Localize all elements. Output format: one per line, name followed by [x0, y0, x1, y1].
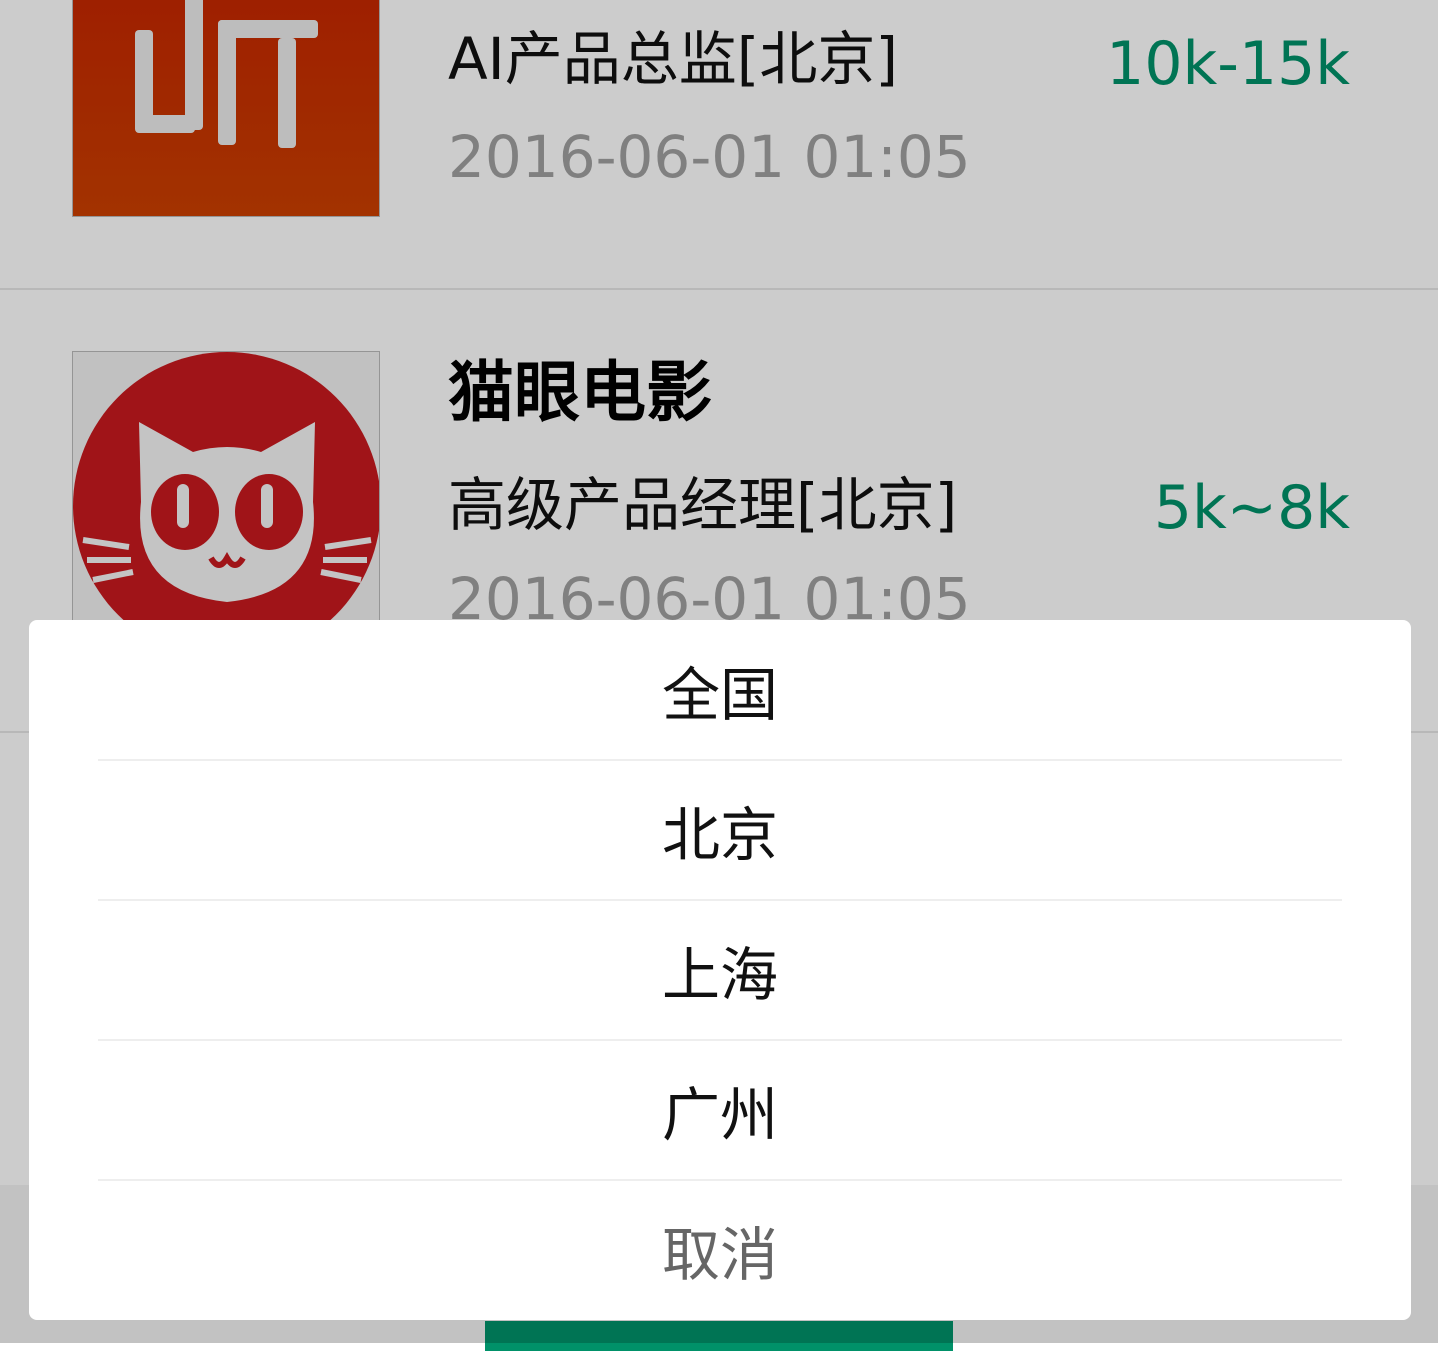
city-option-guangzhou[interactable]: 广州	[29, 1040, 1411, 1180]
city-action-sheet: 全国 北京 上海 广州 取消	[29, 620, 1411, 1320]
city-option-nationwide[interactable]: 全国	[29, 620, 1411, 760]
city-option-beijing[interactable]: 北京	[29, 760, 1411, 900]
cancel-button[interactable]: 取消	[29, 1180, 1411, 1320]
city-option-shanghai[interactable]: 上海	[29, 900, 1411, 1040]
